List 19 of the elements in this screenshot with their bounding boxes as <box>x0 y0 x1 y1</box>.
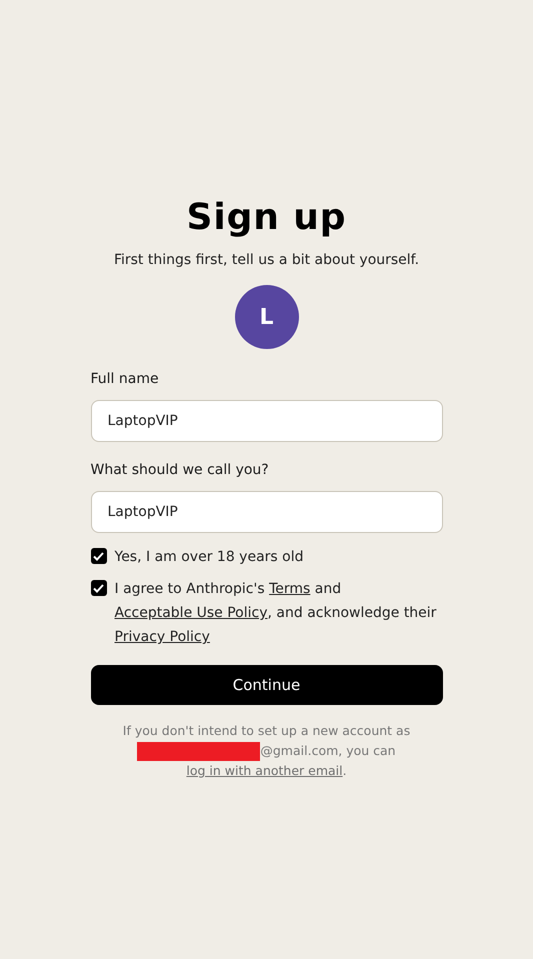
checkmark-icon <box>93 552 104 560</box>
checkmark-icon <box>93 584 104 592</box>
input-field[interactable]: LaptopVIP <box>90 491 442 533</box>
text-link[interactable]: log in with another email <box>186 763 343 778</box>
input-field[interactable]: LaptopVIP <box>90 400 442 442</box>
footer-note: If you don't intend to set up a new account as @gmail.com, you can log in with another email. <box>122 722 412 780</box>
continue-button[interactable]: Continue <box>90 665 442 705</box>
checkbox-label: I agree to Anthropic's Terms and Acceptable Use Policy, and acknowledge their Privacy Policy <box>114 580 438 647</box>
text-link[interactable]: Privacy Policy <box>114 629 210 645</box>
field-label: Full name <box>90 370 160 389</box>
field-label: What should we call you? <box>90 461 270 480</box>
subtitle: First things first, tell us a bit about yourself. <box>114 251 420 270</box>
text-link[interactable]: Acceptable Use Policy <box>114 605 268 621</box>
checkbox[interactable] <box>90 580 106 596</box>
page-title: Sign up <box>186 196 346 240</box>
checkbox[interactable] <box>90 548 106 564</box>
avatar: L <box>234 285 298 349</box>
checkbox-label: Yes, I am over 18 years old <box>114 548 304 567</box>
text-link[interactable]: Terms <box>269 581 310 597</box>
